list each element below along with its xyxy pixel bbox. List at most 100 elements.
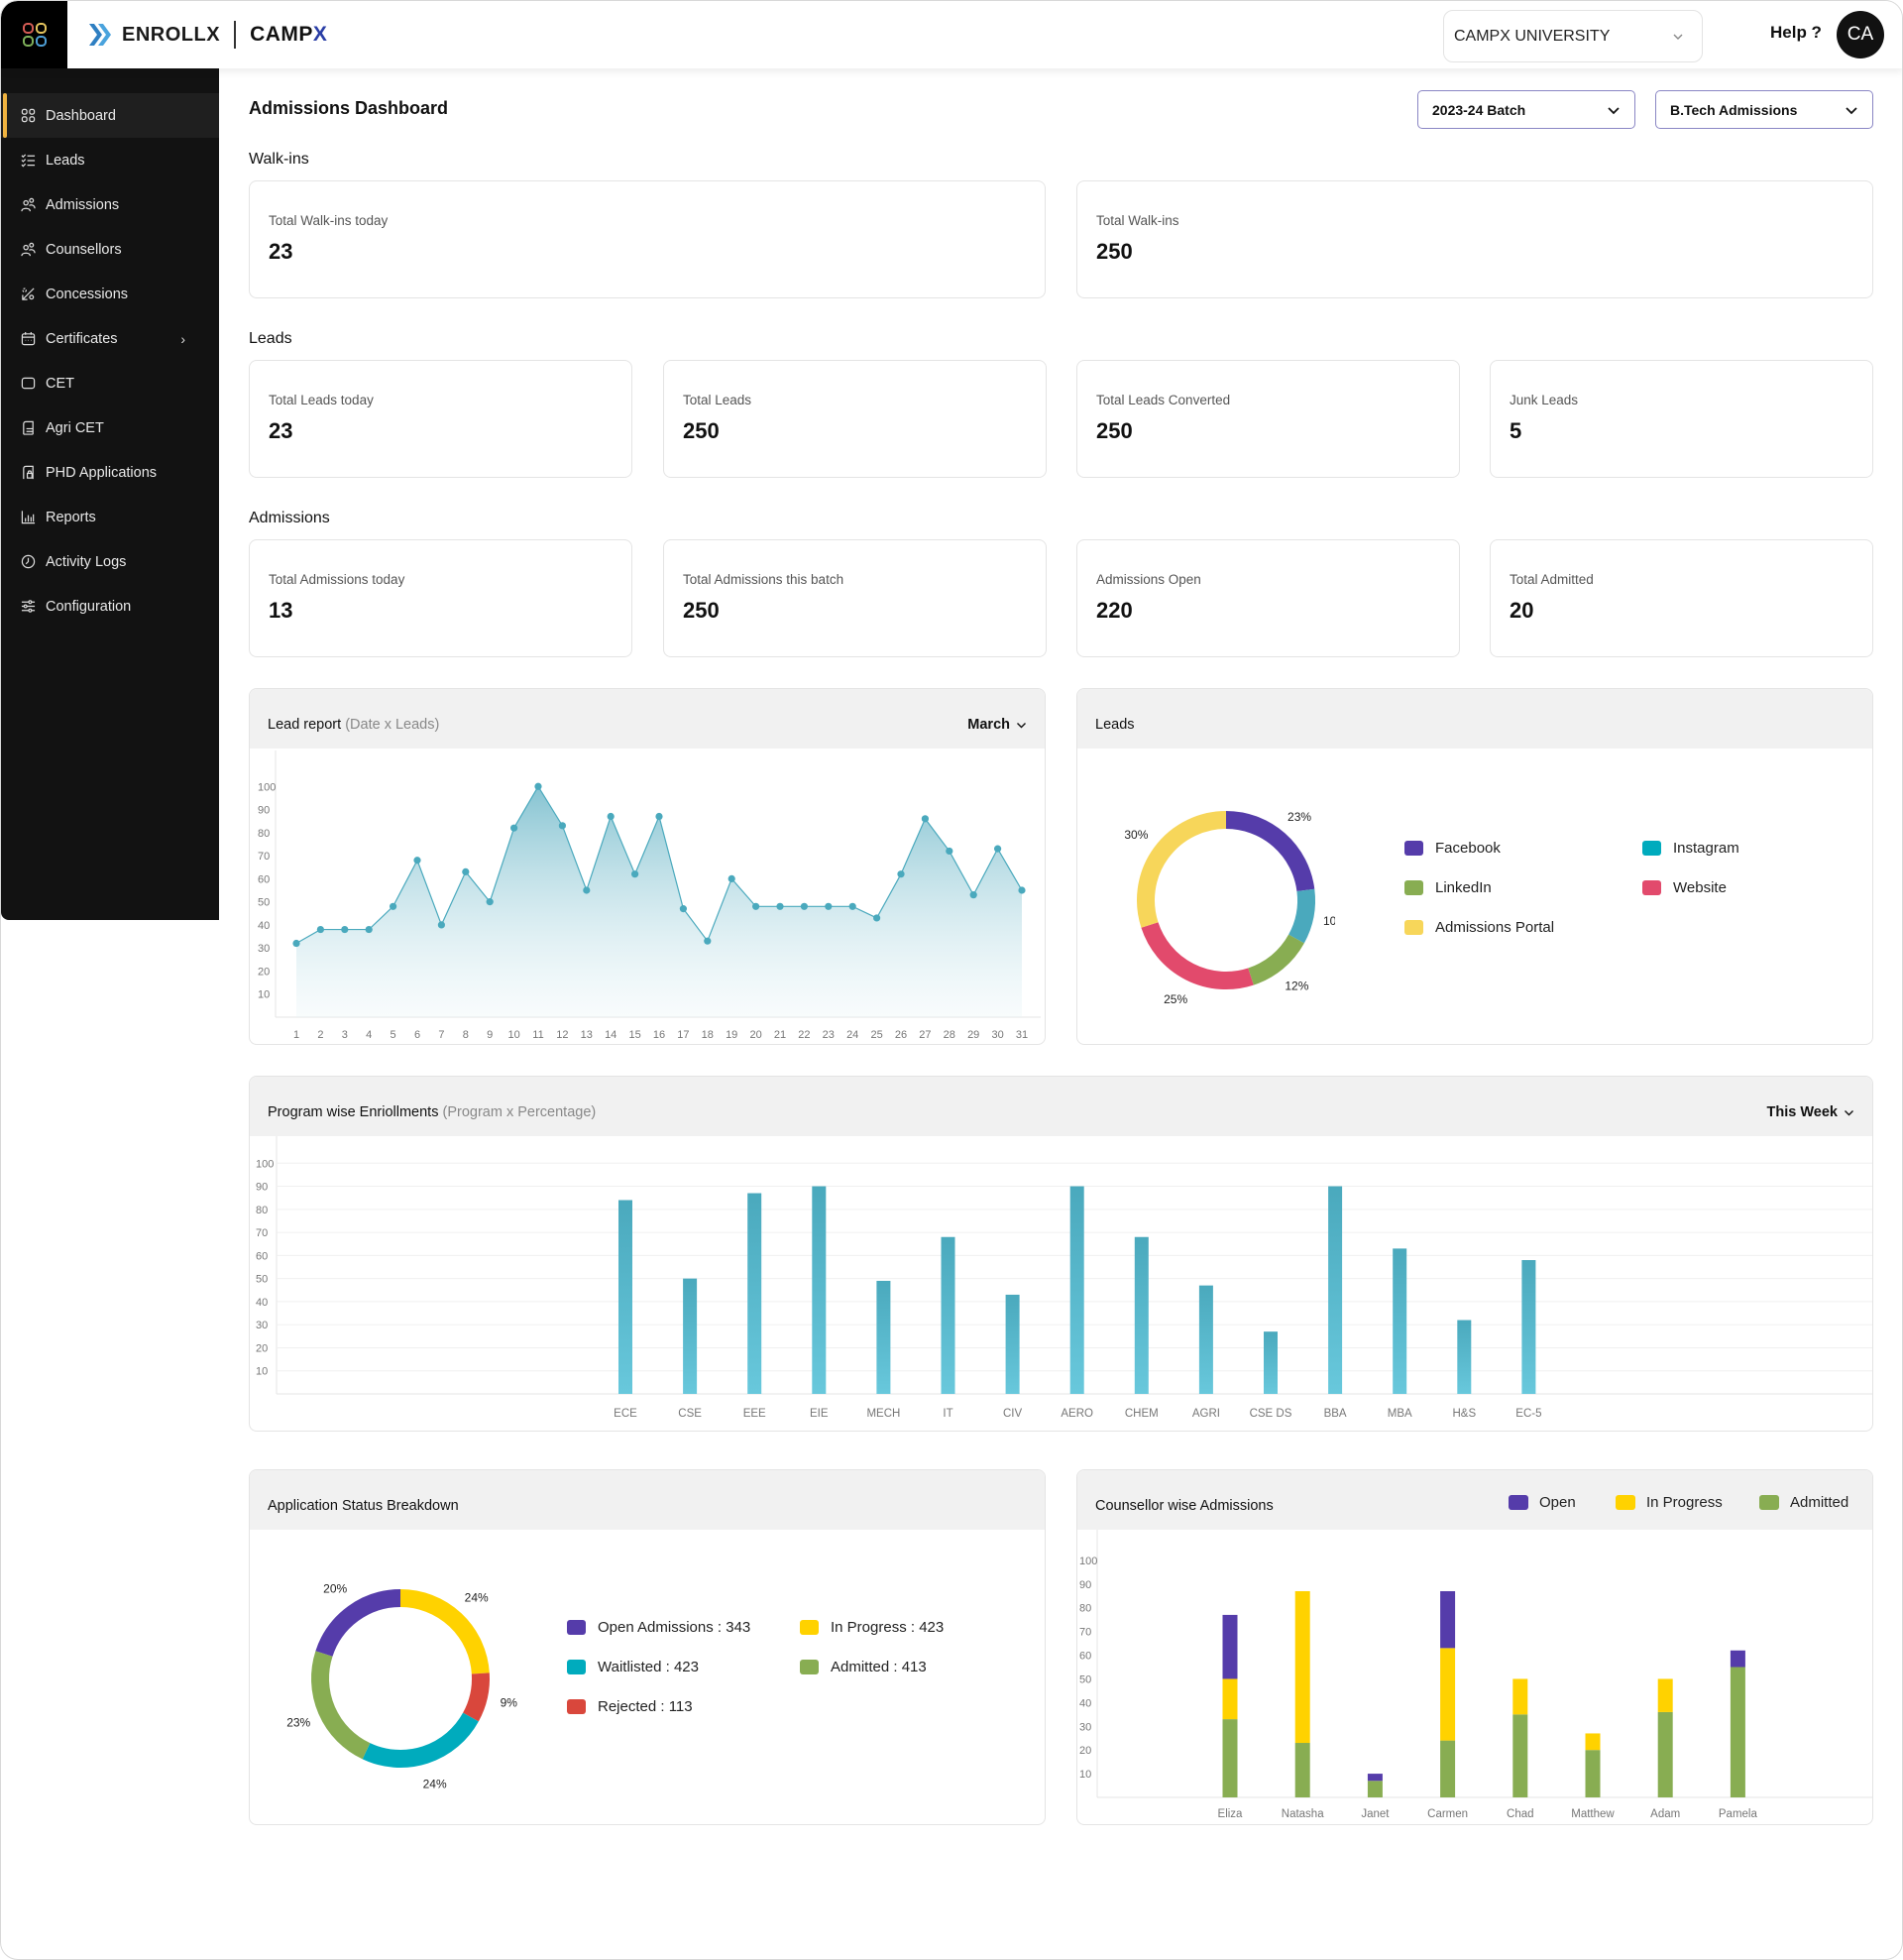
stat-label: Admissions Open [1096,572,1201,587]
clock-icon [20,554,36,570]
x-tick-label: 12 [556,1029,568,1041]
panel-subtitle: (Program x Percentage) [442,1104,597,1120]
program-type-select[interactable]: B.Tech Admissions [1655,90,1873,129]
x-tick-label: 21 [774,1029,786,1041]
sidebar: Dashboard Leads Admissions Counsellors C… [1,68,219,920]
top-header: ENROLLX CAMPX CAMPX UNIVERSITY Help ? CA [1,1,1902,68]
program-type-select-value: B.Tech Admissions [1670,101,1798,118]
x-tick-label: 16 [653,1029,665,1041]
document-icon [20,420,36,436]
y-tick-label: 30 [258,943,270,955]
x-tick-label: MBA [1388,1408,1412,1420]
legend-label: Waitlisted : 423 [598,1659,699,1675]
panel-title: Application Status Breakdown [268,1498,459,1514]
x-tick-label: 13 [581,1029,593,1041]
lead-point [679,905,687,913]
sidebar-item-activity-logs[interactable]: Activity Logs [1,539,219,584]
y-tick-label: 100 [258,781,276,793]
panel-title-text: Program wise Enriollments [268,1104,439,1120]
x-tick-label: EIE [810,1408,829,1420]
counsellor-bar-open [1440,1590,1456,1649]
donut-slice-facebook [1225,811,1315,892]
period-select[interactable]: This Week [1767,1104,1854,1120]
lead-report-panel: Lead report (Date x Leads) March 10 20 30 4… [249,688,1046,1045]
lead-point [413,857,421,865]
legend-label: Rejected : 113 [598,1698,693,1715]
legend-swatch [1404,880,1423,895]
enrollx-chevron-icon [89,24,111,46]
sidebar-item-leads[interactable]: Leads [1,138,219,182]
stat-value: 250 [1096,239,1133,264]
counsellor-bar-in-progress [1585,1733,1601,1751]
legend-swatch [800,1620,819,1635]
legend-label: Instagram [1673,840,1739,857]
y-tick-label: 70 [258,851,270,863]
percent-icon [20,287,36,302]
panel-subtitle: (Date x Leads) [345,717,440,733]
panel-title: Counsellor wise Admissions [1095,1498,1274,1514]
x-tick-label: MECH [866,1408,900,1420]
legend-swatch [567,1699,586,1714]
y-tick-label: 40 [1079,1697,1091,1709]
chevron-down-icon [1017,722,1026,728]
x-tick-label: Matthew [1571,1808,1615,1820]
lead-point [873,914,881,922]
y-tick-label: 10 [1079,1769,1091,1781]
x-tick-label: 1 [293,1029,299,1041]
month-select[interactable]: March [967,717,1027,733]
users-icon [20,197,36,213]
stat-value: 20 [1510,598,1534,623]
sidebar-item-concessions[interactable]: Concessions [1,272,219,316]
x-tick-label: 5 [391,1029,396,1041]
stat-card-walkins-total: Total Walk-ins 250 [1076,180,1873,298]
lead-point [462,867,470,875]
batch-select[interactable]: 2023-24 Batch [1417,90,1635,129]
sidebar-item-cet[interactable]: CET [1,361,219,405]
x-tick-label: Carmen [1427,1808,1468,1820]
counsellor-bar-open [1730,1650,1745,1668]
legend-swatch [567,1620,586,1635]
legend-label: Admitted [1790,1494,1849,1511]
leads-source-donut: 23% 10% 12% 25% 30% [1124,810,1335,1006]
legend-item: Admitted : 413 [800,1659,927,1675]
y-tick-label: 50 [1079,1673,1091,1685]
legend-item: Open Admissions : 343 [567,1619,750,1636]
lead-point [583,886,591,894]
x-tick-label: EC-5 [1515,1408,1541,1420]
sidebar-item-phd-applications[interactable]: PHD Applications [1,450,219,495]
stat-value: 250 [1096,418,1133,443]
app-window: ENROLLX CAMPX CAMPX UNIVERSITY Help ? CA… [0,0,1903,1960]
app-switcher-button[interactable] [1,1,67,68]
university-select[interactable]: CAMPX UNIVERSITY [1443,10,1703,62]
user-avatar[interactable]: CA [1837,11,1884,58]
stat-label: Total Leads today [269,393,374,407]
sidebar-item-agri-cet[interactable]: Agri CET [1,405,219,450]
program-bar [876,1280,891,1394]
lead-point [437,921,445,929]
x-tick-label: 19 [726,1029,737,1041]
help-link[interactable]: Help ? [1770,23,1822,43]
program-bar [1393,1248,1407,1394]
sidebar-item-reports[interactable]: Reports [1,495,219,539]
stat-card-walkins-today: Total Walk-ins today 23 [249,180,1046,298]
y-tick-label: 60 [1079,1651,1091,1663]
stat-card-admissions-batch: Total Admissions this batch 250 [663,539,1047,657]
sidebar-item-configuration[interactable]: Configuration [1,584,219,629]
lead-point [776,902,784,910]
x-tick-label: 4 [366,1029,372,1041]
counsellor-bar-admitted [1730,1667,1745,1797]
sidebar-item-certificates[interactable]: Certificates › [1,316,219,361]
sidebar-item-counsellors[interactable]: Counsellors [1,227,219,272]
square-icon [20,376,36,392]
panel-title: Program wise Enriollments (Program x Per… [268,1104,596,1120]
x-tick-label: 24 [846,1029,858,1041]
donut-percent-label: 9% [501,1695,518,1709]
y-tick-label: 80 [256,1205,268,1216]
program-enrollments-chart: 10 20 30 40 50 60 70 80 90 100 ECE CSE EEE EIE MECH IT C… [256,1136,1872,1420]
sidebar-item-dashboard[interactable]: Dashboard [1,93,219,138]
y-tick-label: 30 [1079,1721,1091,1733]
sidebar-item-admissions[interactable]: Admissions [1,182,219,227]
lead-point [486,898,494,906]
counsellor-bar-in-progress [1440,1648,1456,1741]
legend-label: In Progress : 423 [831,1619,945,1636]
